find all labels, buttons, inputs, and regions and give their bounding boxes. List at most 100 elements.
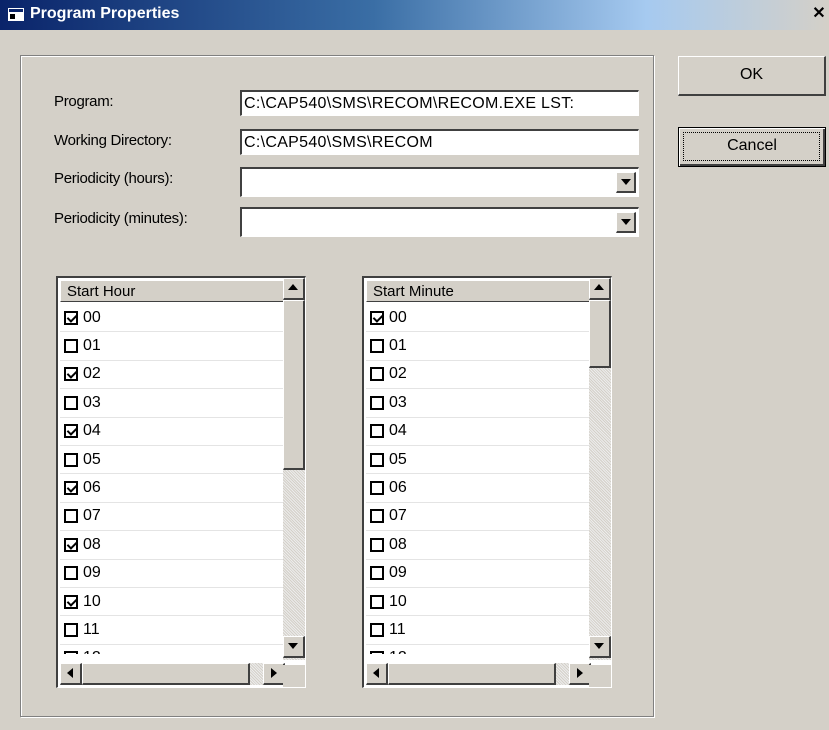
start-minute-vertical-scrollbar[interactable] bbox=[589, 278, 611, 660]
list-item[interactable]: 05 bbox=[60, 446, 296, 475]
scroll-thumb[interactable] bbox=[589, 300, 611, 368]
list-item[interactable]: 09 bbox=[60, 560, 296, 588]
checkbox[interactable] bbox=[370, 367, 384, 382]
checkbox[interactable] bbox=[64, 651, 78, 654]
checkbox[interactable] bbox=[370, 566, 384, 581]
checkbox[interactable] bbox=[370, 395, 384, 410]
list-item-label: 02 bbox=[83, 365, 101, 383]
scrollbar-corner bbox=[283, 665, 305, 687]
checkbox[interactable] bbox=[64, 452, 78, 467]
list-item[interactable]: 06 bbox=[60, 474, 296, 503]
list-item[interactable]: 08 bbox=[60, 531, 296, 560]
checkbox[interactable] bbox=[370, 310, 384, 325]
periodicity-hours-select[interactable] bbox=[240, 167, 639, 197]
list-item[interactable]: 10 bbox=[366, 588, 602, 617]
arrow-right-icon bbox=[271, 668, 277, 678]
scroll-right-button[interactable] bbox=[263, 663, 285, 685]
list-item[interactable]: 02 bbox=[366, 361, 602, 390]
checkbox[interactable] bbox=[64, 537, 78, 552]
list-item[interactable]: 03 bbox=[60, 389, 296, 418]
scrollbar-corner bbox=[589, 665, 611, 687]
working-directory-field[interactable]: C:\CAP540\SMS\RECOM bbox=[240, 129, 639, 155]
start-hour-list[interactable]: Start Hour 00 01 02 03 04 05 06 07 08 09 10 11 12 bbox=[56, 276, 306, 688]
checkbox[interactable] bbox=[64, 622, 78, 637]
start-minute-header[interactable]: Start Minute bbox=[366, 280, 602, 302]
list-item-label: 03 bbox=[389, 393, 407, 411]
cancel-button[interactable]: Cancel bbox=[678, 127, 826, 167]
list-item[interactable]: 11 bbox=[60, 616, 296, 645]
periodicity-minutes-label: Periodicity (minutes): bbox=[54, 210, 188, 227]
list-item[interactable]: 02 bbox=[60, 361, 296, 390]
list-item[interactable]: 05 bbox=[366, 446, 602, 475]
list-item[interactable]: 11 bbox=[366, 616, 602, 645]
checkbox[interactable] bbox=[64, 566, 78, 581]
list-item[interactable]: 08 bbox=[366, 531, 602, 560]
list-item[interactable]: 01 bbox=[60, 332, 296, 361]
checkbox[interactable] bbox=[370, 339, 384, 354]
horizontal-scroll-thumb[interactable] bbox=[82, 663, 250, 685]
scroll-down-button[interactable] bbox=[589, 636, 611, 658]
list-item-label: 06 bbox=[83, 479, 101, 497]
start-minute-list[interactable]: Start Minute 00 01 02 03 04 05 06 07 08 09 10 11 12 bbox=[362, 276, 612, 688]
checkbox[interactable] bbox=[370, 622, 384, 637]
checkbox[interactable] bbox=[370, 537, 384, 552]
checkbox[interactable] bbox=[64, 395, 78, 410]
working-directory-label: Working Directory: bbox=[54, 132, 172, 149]
start-hour-vertical-scrollbar[interactable] bbox=[283, 278, 305, 660]
scroll-up-button[interactable] bbox=[283, 278, 305, 300]
program-label: Program: bbox=[54, 93, 114, 110]
start-hour-horizontal-scrollbar[interactable] bbox=[60, 663, 285, 685]
start-hour-rows: 00 01 02 03 04 05 06 07 08 09 10 11 12 bbox=[60, 304, 296, 654]
scroll-left-button[interactable] bbox=[366, 663, 388, 685]
periodicity-hours-dropdown-button[interactable] bbox=[616, 172, 636, 193]
start-minute-horizontal-scrollbar[interactable] bbox=[366, 663, 591, 685]
list-item[interactable]: 04 bbox=[60, 418, 296, 446]
list-item[interactable]: 07 bbox=[60, 503, 296, 532]
list-item[interactable]: 07 bbox=[366, 503, 602, 532]
checkbox[interactable] bbox=[64, 339, 78, 354]
list-item-label: 09 bbox=[389, 564, 407, 582]
checkbox[interactable] bbox=[370, 509, 384, 524]
scroll-up-button[interactable] bbox=[589, 278, 611, 300]
scroll-down-button[interactable] bbox=[283, 636, 305, 658]
checkbox[interactable] bbox=[370, 481, 384, 496]
horizontal-scroll-thumb[interactable] bbox=[388, 663, 556, 685]
checkbox[interactable] bbox=[370, 651, 384, 654]
list-item-label: 00 bbox=[83, 308, 101, 326]
checkbox[interactable] bbox=[370, 452, 384, 467]
title-bar: Program Properties ✕ bbox=[0, 0, 829, 30]
list-item[interactable]: 04 bbox=[366, 418, 602, 446]
start-hour-header[interactable]: Start Hour bbox=[60, 280, 296, 302]
checkbox[interactable] bbox=[64, 509, 78, 524]
checkbox[interactable] bbox=[64, 310, 78, 325]
list-item[interactable]: 10 bbox=[60, 588, 296, 617]
list-item[interactable]: 01 bbox=[366, 332, 602, 361]
list-item[interactable]: 12 bbox=[60, 645, 296, 654]
checkbox[interactable] bbox=[64, 594, 78, 609]
arrow-up-icon bbox=[288, 284, 298, 290]
list-item[interactable]: 00 bbox=[366, 304, 602, 333]
list-item[interactable]: 12 bbox=[366, 645, 602, 654]
list-item[interactable]: 06 bbox=[366, 474, 602, 503]
window-title: Program Properties bbox=[30, 5, 180, 22]
list-item[interactable]: 00 bbox=[60, 304, 296, 333]
program-field[interactable]: C:\CAP540\SMS\RECOM\RECOM.EXE LST: bbox=[240, 90, 639, 116]
ok-button[interactable]: OK bbox=[678, 56, 826, 96]
scroll-left-button[interactable] bbox=[60, 663, 82, 685]
checkbox[interactable] bbox=[64, 481, 78, 496]
periodicity-minutes-select[interactable] bbox=[240, 207, 639, 237]
checkbox[interactable] bbox=[370, 424, 384, 439]
periodicity-minutes-dropdown-button[interactable] bbox=[616, 212, 636, 233]
list-item[interactable]: 03 bbox=[366, 389, 602, 418]
scroll-thumb[interactable] bbox=[283, 300, 305, 470]
checkbox[interactable] bbox=[64, 367, 78, 382]
list-item[interactable]: 09 bbox=[366, 560, 602, 588]
checkbox[interactable] bbox=[370, 594, 384, 609]
scroll-right-button[interactable] bbox=[569, 663, 591, 685]
list-item-label: 07 bbox=[389, 507, 407, 525]
arrow-down-icon bbox=[594, 643, 604, 649]
checkbox[interactable] bbox=[64, 424, 78, 439]
window-icon bbox=[8, 8, 24, 21]
close-icon[interactable]: ✕ bbox=[809, 2, 829, 26]
start-minute-rows: 00 01 02 03 04 05 06 07 08 09 10 11 12 bbox=[366, 304, 602, 654]
